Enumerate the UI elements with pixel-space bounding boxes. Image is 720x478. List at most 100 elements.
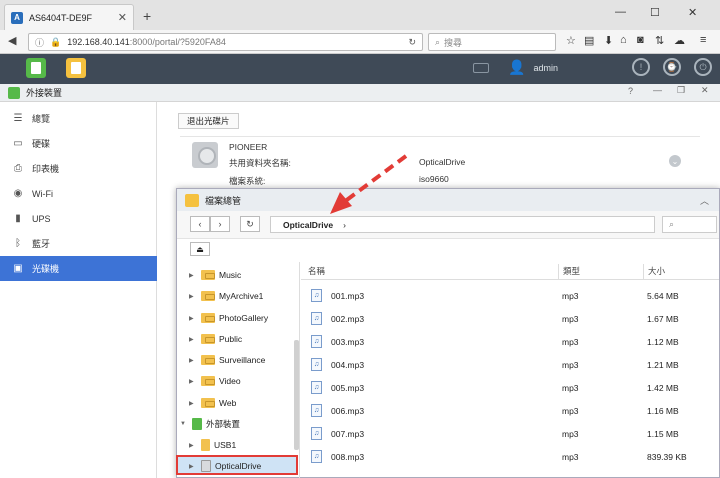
performance-icon[interactable]: ⌚ [663, 58, 681, 76]
reading-list-icon[interactable]: ▤ [584, 34, 594, 47]
bookmark-star-icon[interactable]: ☆ [566, 34, 576, 47]
tree-item-usb1[interactable]: ▶ USB1 [189, 437, 236, 453]
expand-arrow-icon[interactable]: ▶ [189, 272, 197, 279]
file-row[interactable]: ♫ 004.mp3 mp3 1.21 MB [301, 354, 719, 377]
collapse-window-icon[interactable]: ︿ [700, 194, 709, 207]
browser-search-input[interactable]: ⌕ 搜尋 [428, 33, 556, 51]
back-button[interactable]: ◀ [8, 34, 16, 47]
sync-icon[interactable]: ⇅ [655, 34, 664, 47]
file-row[interactable]: ♫ 003.mp3 mp3 1.12 MB [301, 331, 719, 354]
tree-item-surveillance[interactable]: ▶ Surveillance [189, 352, 265, 368]
expand-arrow-icon[interactable]: ▶ [189, 378, 197, 385]
file-name: 002.mp3 [331, 314, 365, 324]
file-search-input[interactable]: ⌕ [662, 216, 717, 233]
sidebar-item-bluetooth[interactable]: ᛒ 藍牙 [0, 231, 157, 256]
expand-arrow-icon[interactable]: ▶ [189, 400, 197, 407]
tree-item-label: MyArchive1 [219, 291, 264, 301]
window-close-icon[interactable]: ✕ [701, 85, 709, 96]
tree-item-label: Web [219, 398, 237, 408]
eject-disc-button[interactable]: 退出光碟片 [178, 113, 239, 129]
new-tab-button[interactable]: + [143, 8, 151, 24]
tree-scrollbar[interactable] [294, 340, 299, 450]
file-row[interactable]: ♫ 006.mp3 mp3 1.16 MB [301, 400, 719, 423]
column-divider[interactable] [558, 264, 559, 280]
column-header-size[interactable]: 大小 [648, 265, 665, 279]
file-row[interactable]: ♫ 007.mp3 mp3 1.15 MB [301, 423, 719, 446]
tree-item-web[interactable]: ▶ Web [189, 395, 236, 411]
column-header-name[interactable]: 名稱 [308, 265, 325, 279]
file-row[interactable]: ♫ 002.mp3 mp3 1.67 MB [301, 308, 719, 331]
chevron-down-icon[interactable]: ⌄ [669, 155, 681, 167]
expand-arrow-icon[interactable]: ▶ [189, 336, 197, 343]
sidebar-item-label: 藍牙 [32, 239, 51, 249]
close-tab-icon[interactable]: ✕ [118, 11, 127, 24]
refresh-button[interactable]: ↻ [240, 216, 260, 232]
username: admin [533, 62, 558, 73]
tree-item-video[interactable]: ▶ Video [189, 373, 241, 389]
file-row[interactable]: ♫ 008.mp3 mp3 839.39 KB [301, 446, 719, 469]
file-row[interactable]: ♫ 005.mp3 mp3 1.42 MB [301, 377, 719, 400]
expand-arrow-icon[interactable]: ▶ [189, 293, 197, 300]
user-menu[interactable]: 👤 admin [508, 59, 558, 76]
power-icon[interactable]: ⏻ [694, 58, 712, 76]
file-row[interactable]: ♫ 001.mp3 mp3 5.64 MB [301, 285, 719, 308]
tree-item-myarchive1[interactable]: ▶ MyArchive1 [189, 288, 263, 304]
tree-item-external-devices[interactable]: ▼ 外部裝置 [180, 416, 240, 432]
forward-nav-button[interactable]: › [210, 216, 230, 232]
url-input[interactable]: ⓘ 🔒 192.168.40.141:8000/portal/?5920FA84… [28, 33, 423, 51]
help-icon[interactable]: ? [628, 86, 633, 96]
sidebar-item-overview[interactable]: ☰ 總覽 [0, 106, 157, 131]
file-size: 1.67 MB [647, 314, 679, 324]
disk-icon: ▭ [13, 138, 23, 149]
home-icon[interactable]: ⌂ [620, 34, 627, 46]
close-window-icon[interactable]: ✕ [688, 6, 697, 19]
window-restore-icon[interactable]: ❐ [677, 85, 685, 96]
external-devices-app-icon[interactable] [26, 58, 46, 78]
tree-item-opticaldrive[interactable]: ▶ OpticalDrive [189, 458, 261, 474]
minimize-window-icon[interactable]: — [615, 6, 626, 18]
column-divider[interactable] [643, 264, 644, 280]
sidebar-item-label: 總覽 [32, 114, 51, 124]
expand-arrow-icon[interactable]: ▶ [189, 463, 197, 470]
back-nav-button[interactable]: ‹ [190, 216, 210, 232]
sidebar-item-printer[interactable]: ⎙ 印表機 [0, 156, 157, 181]
keyboard-icon[interactable] [473, 63, 489, 73]
file-name: 004.mp3 [331, 360, 365, 370]
printer-icon: ⎙ [14, 163, 22, 174]
expand-arrow-icon[interactable]: ▶ [189, 357, 197, 364]
sidebar-item-optical-drive[interactable]: ▣ 光碟機 [0, 256, 157, 281]
notification-icon[interactable]: ! [632, 58, 650, 76]
expand-arrow-icon[interactable]: ▶ [189, 315, 197, 322]
sidebar-item-disk[interactable]: ▭ 硬碟 [0, 131, 157, 156]
sidebar-item-label: UPS [32, 213, 51, 224]
column-header-type[interactable]: 類型 [563, 265, 580, 279]
file-name: 001.mp3 [331, 291, 365, 301]
ups-icon: ▮ [15, 213, 21, 224]
expand-arrow-icon[interactable]: ▶ [189, 442, 197, 449]
sidebar-item-label: 光碟機 [32, 264, 60, 274]
maximize-window-icon[interactable]: ☐ [650, 6, 660, 19]
file-explorer-app-icon[interactable] [66, 58, 86, 78]
filesystem-value: iso9660 [419, 174, 449, 184]
audio-file-icon: ♫ [311, 404, 322, 417]
reload-icon[interactable]: ↻ [408, 37, 416, 48]
window-minimize-icon[interactable]: — [653, 85, 662, 95]
tree-item-public[interactable]: ▶ Public [189, 331, 242, 347]
browser-tab[interactable]: A AS6404T-DE9F ✕ [4, 4, 134, 30]
sidebar-item-wifi[interactable]: ◉ Wi-Fi [0, 181, 157, 206]
collapse-arrow-icon[interactable]: ▼ [180, 421, 188, 427]
sidebar-item-ups[interactable]: ▮ UPS [0, 206, 157, 231]
download-icon[interactable]: ⬇ [604, 34, 613, 47]
extension-icon[interactable]: ☁ [674, 34, 685, 47]
folder-icon [201, 334, 215, 344]
menu-icon[interactable]: ≡ [700, 34, 706, 46]
usb-drive-icon [201, 439, 210, 451]
pocket-icon[interactable]: ◙ [637, 34, 644, 46]
window-titlebar [0, 84, 720, 102]
tree-item-music[interactable]: ▶ Music [189, 267, 241, 283]
tree-item-label: Public [219, 334, 243, 344]
tree-item-photogallery[interactable]: ▶ PhotoGallery [189, 310, 268, 326]
eject-button[interactable]: ⏏ [190, 242, 210, 256]
file-size: 1.42 MB [647, 383, 679, 393]
tree-item-label: OpticalDrive [215, 461, 262, 471]
